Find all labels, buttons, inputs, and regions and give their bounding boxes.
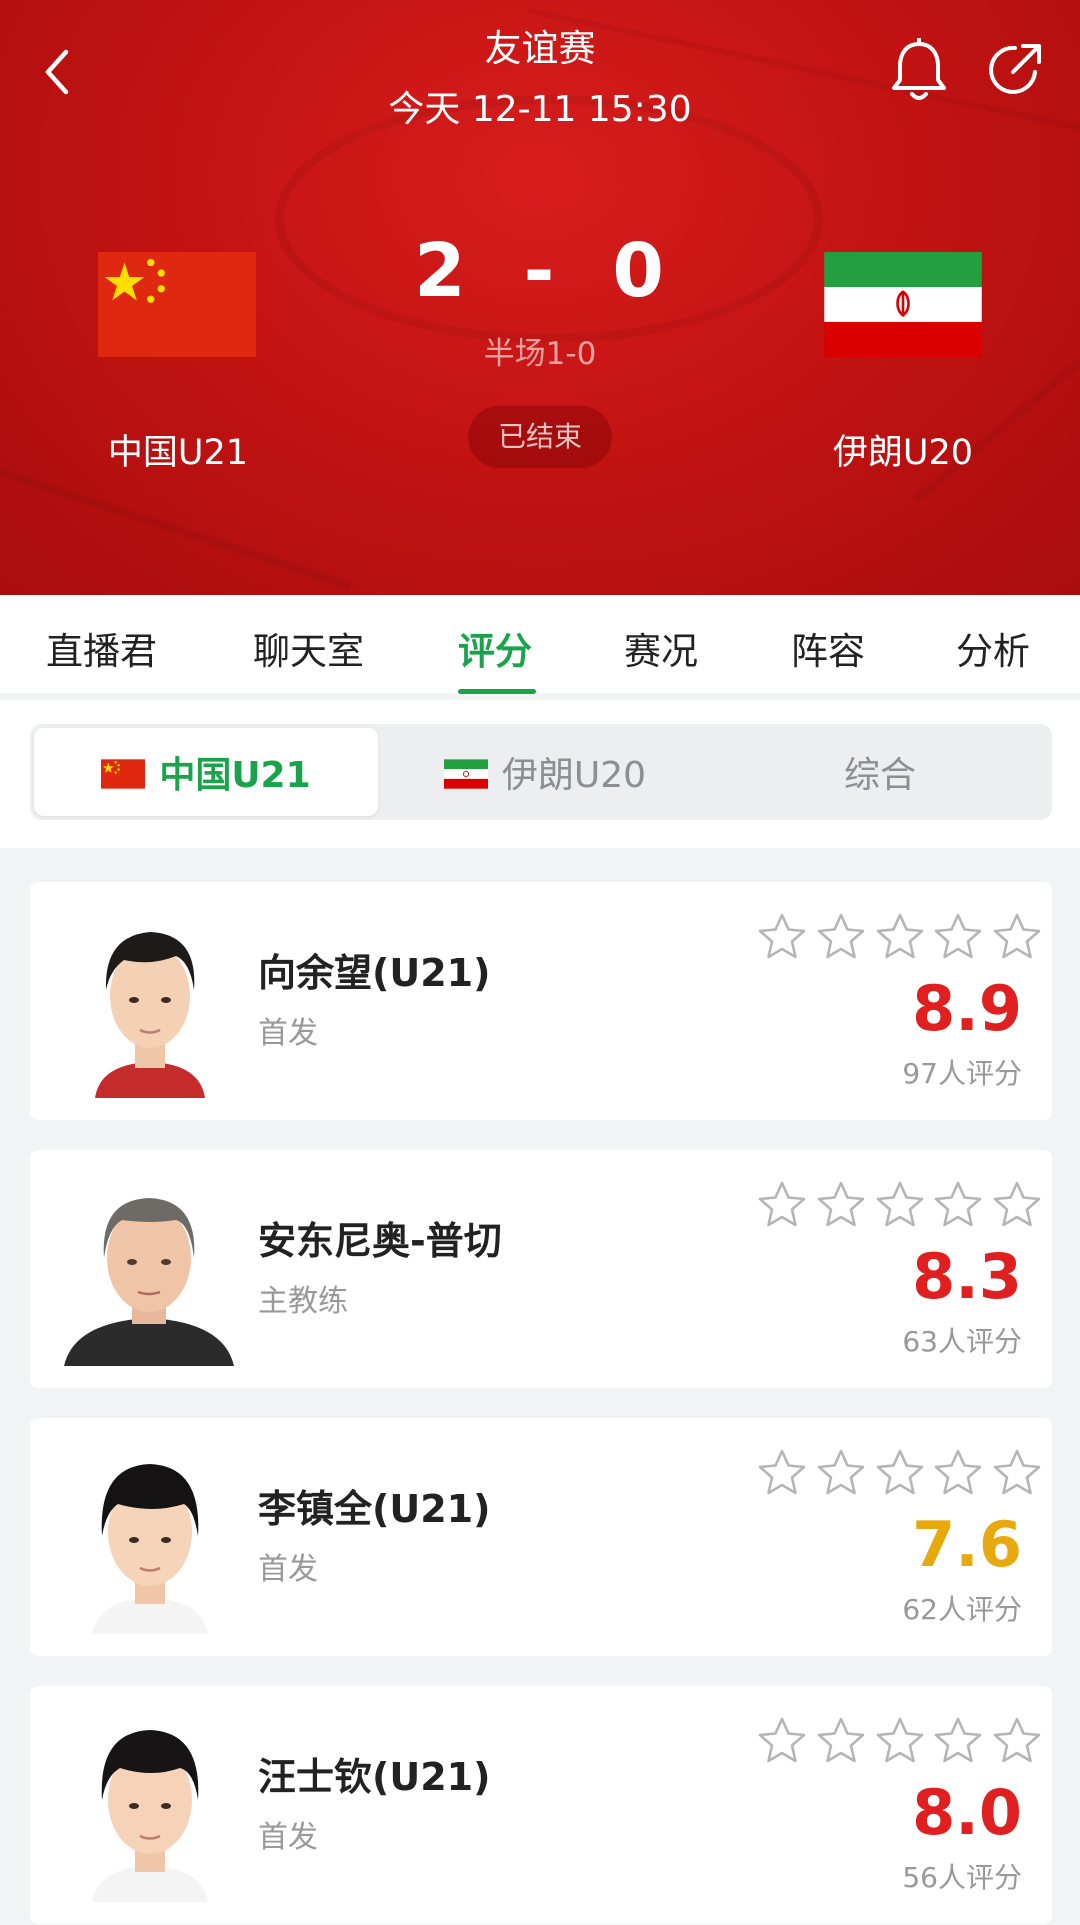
star-outline-icon[interactable]: [757, 1180, 807, 1228]
star-rating-input[interactable]: [757, 912, 1042, 960]
star-outline-icon[interactable]: [933, 1180, 983, 1228]
segment-overall[interactable]: 综合: [710, 728, 1050, 816]
player-rating-card[interactable]: 汪士钦(U21) 首发 8.0 56人评分: [30, 1686, 1052, 1924]
player-role: 首发: [258, 1820, 318, 1855]
player-name: 李镇全(U21): [258, 1487, 491, 1531]
player-name: 汪士钦(U21): [258, 1755, 491, 1799]
player-rating-card[interactable]: 李镇全(U21) 首发 7.6 62人评分: [30, 1418, 1052, 1656]
player-rating-card[interactable]: 向余望(U21) 首发 8.9 97人评分: [30, 882, 1052, 1120]
star-outline-icon[interactable]: [757, 1448, 807, 1496]
star-outline-icon[interactable]: [875, 1716, 925, 1764]
tab-lineup[interactable]: 阵容: [791, 621, 865, 675]
star-outline-icon[interactable]: [875, 912, 925, 960]
score-separator: -: [523, 228, 557, 314]
player-rating-card[interactable]: 安东尼奥-普切 主教练 8.3 63人评分: [30, 1150, 1052, 1388]
tab-bar: 直播君 聊天室 评分 赛况 阵容 分析: [0, 595, 1080, 693]
star-rating-input[interactable]: [757, 1716, 1042, 1764]
team-segment-area: 中国U21 伊朗U20 综合: [0, 700, 1080, 848]
coach-avatar: [64, 1172, 234, 1366]
player-avatar: [80, 904, 220, 1098]
player-rating: 8.0: [912, 1776, 1022, 1849]
segment-label: 综合: [843, 755, 916, 796]
star-outline-icon[interactable]: [992, 912, 1042, 960]
share-icon[interactable]: [985, 40, 1045, 100]
tab-ratings[interactable]: 评分: [458, 621, 532, 675]
player-avatar: [80, 1440, 220, 1634]
home-score: 2: [414, 228, 468, 314]
player-rating: 8.9: [912, 972, 1022, 1045]
match-score: 2-0: [0, 228, 1080, 314]
star-outline-icon[interactable]: [816, 1180, 866, 1228]
star-rating-input[interactable]: [757, 1180, 1042, 1228]
tab-chat[interactable]: 聊天室: [253, 621, 364, 675]
player-role: 主教练: [258, 1284, 348, 1319]
star-outline-icon[interactable]: [992, 1716, 1042, 1764]
tab-events[interactable]: 赛况: [624, 621, 698, 675]
star-outline-icon[interactable]: [757, 1716, 807, 1764]
player-role: 首发: [258, 1552, 318, 1587]
star-outline-icon[interactable]: [933, 1448, 983, 1496]
tab-live[interactable]: 直播君: [46, 621, 157, 675]
player-rating: 7.6: [912, 1508, 1022, 1581]
match-header: 友谊赛 今天 12-11 15:30 2 - 0 半场1-0 中国U21 已结束…: [0, 0, 1080, 595]
rating-count: 63人评分: [902, 1325, 1022, 1358]
away-team-name[interactable]: 伊朗U20: [803, 424, 1003, 475]
star-outline-icon[interactable]: [992, 1180, 1042, 1228]
star-outline-icon[interactable]: [933, 1716, 983, 1764]
bell-icon[interactable]: [888, 37, 950, 104]
halftime-score: 半场1-0: [483, 336, 597, 372]
star-outline-icon[interactable]: [757, 912, 807, 960]
star-outline-icon[interactable]: [875, 1448, 925, 1496]
tab-analysis[interactable]: 分析: [956, 621, 1030, 675]
star-outline-icon[interactable]: [875, 1180, 925, 1228]
segment-label: 中国U21: [159, 755, 311, 796]
star-rating-input[interactable]: [757, 1448, 1042, 1496]
pitch-line: [0, 458, 352, 590]
segment-label: 伊朗U20: [501, 755, 647, 796]
china-flag-icon: [101, 757, 146, 789]
away-score: 0: [612, 228, 666, 314]
player-role: 首发: [258, 1016, 318, 1051]
active-tab-indicator: [458, 689, 536, 694]
rating-count: 97人评分: [902, 1057, 1022, 1090]
rating-count: 62人评分: [902, 1593, 1022, 1626]
iran-flag-icon: [443, 757, 488, 789]
rating-count: 56人评分: [902, 1861, 1022, 1894]
player-name: 安东尼奥-普切: [258, 1219, 502, 1263]
star-outline-icon[interactable]: [816, 912, 866, 960]
home-team-name[interactable]: 中国U21: [78, 424, 278, 475]
segment-away-team[interactable]: 伊朗U20: [380, 728, 710, 816]
player-rating: 8.3: [912, 1240, 1022, 1313]
player-name: 向余望(U21): [258, 951, 491, 995]
star-outline-icon[interactable]: [816, 1448, 866, 1496]
star-outline-icon[interactable]: [992, 1448, 1042, 1496]
segment-home-team[interactable]: 中国U21: [34, 728, 378, 816]
star-outline-icon[interactable]: [816, 1716, 866, 1764]
star-outline-icon[interactable]: [933, 912, 983, 960]
player-avatar: [80, 1708, 220, 1902]
match-status-badge: 已结束: [468, 406, 612, 468]
